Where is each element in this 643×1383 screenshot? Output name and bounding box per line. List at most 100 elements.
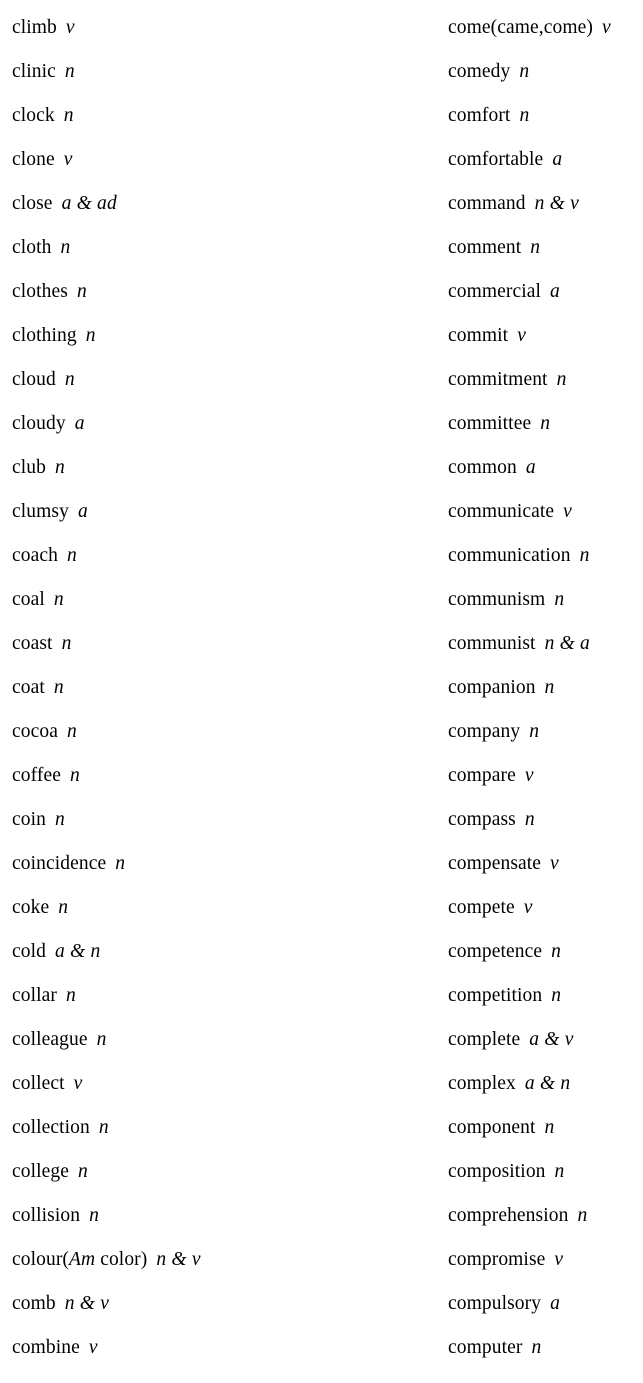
word-entry: colleague n bbox=[12, 1030, 107, 1050]
word-entry: cold a & n bbox=[12, 942, 100, 962]
word-entry: comedy n bbox=[448, 62, 529, 82]
headword: cloudy bbox=[12, 413, 66, 434]
part-of-speech: n bbox=[53, 589, 64, 610]
word-entry: complete a & v bbox=[448, 1030, 574, 1050]
headword: composition bbox=[448, 1161, 546, 1182]
part-of-speech: a bbox=[550, 281, 560, 302]
headword: comedy bbox=[448, 61, 511, 82]
word-entry: computer n bbox=[448, 1338, 541, 1358]
word-entry: compete v bbox=[448, 898, 533, 918]
headword: company bbox=[448, 721, 521, 742]
part-of-speech: n bbox=[524, 809, 535, 830]
part-of-speech: a bbox=[74, 413, 85, 434]
part-of-speech: v bbox=[523, 897, 533, 918]
word-entry: collect v bbox=[12, 1074, 83, 1094]
part-of-speech: n bbox=[551, 985, 562, 1006]
word-entry: company n bbox=[448, 722, 539, 742]
headword: committee bbox=[448, 413, 532, 434]
word-entry: command n & v bbox=[448, 194, 579, 214]
headword: colleague bbox=[12, 1029, 88, 1050]
word-entry: complex a & n bbox=[448, 1074, 570, 1094]
word-entry: combine v bbox=[12, 1338, 98, 1358]
part-of-speech: n bbox=[556, 369, 567, 390]
headword: coast bbox=[12, 633, 53, 654]
word-entry: clothing n bbox=[12, 326, 96, 346]
word-entry: clinic n bbox=[12, 62, 75, 82]
headword-variant-tail: color) bbox=[95, 1249, 148, 1270]
part-of-speech: v bbox=[73, 1073, 83, 1094]
headword: collar bbox=[12, 985, 57, 1006]
headword: companion bbox=[448, 677, 536, 698]
word-entry: component n bbox=[448, 1118, 555, 1138]
headword: compass bbox=[448, 809, 516, 830]
part-of-speech: a bbox=[552, 149, 563, 170]
part-of-speech: n bbox=[544, 677, 555, 698]
word-entry: clone v bbox=[12, 150, 73, 170]
word-entry: compromise v bbox=[448, 1250, 563, 1270]
part-of-speech: n bbox=[530, 237, 541, 258]
word-entry: compare v bbox=[448, 766, 534, 786]
word-entry: companion n bbox=[448, 678, 555, 698]
part-of-speech: n bbox=[531, 1337, 542, 1358]
word-entry: coffee n bbox=[12, 766, 80, 786]
headword: comb bbox=[12, 1293, 56, 1314]
part-of-speech: v bbox=[88, 1337, 98, 1358]
part-of-speech: n bbox=[58, 897, 69, 918]
word-entry: collar n bbox=[12, 986, 76, 1006]
part-of-speech: n bbox=[66, 721, 77, 742]
word-entry: comb n & v bbox=[12, 1294, 109, 1314]
headword: combine bbox=[12, 1337, 80, 1358]
word-entry: coast n bbox=[12, 634, 72, 654]
part-of-speech: a & ad bbox=[61, 193, 117, 214]
word-entry: committee n bbox=[448, 414, 550, 434]
word-entry: communicate v bbox=[448, 502, 572, 522]
part-of-speech: n bbox=[89, 1205, 100, 1226]
headword: communicate bbox=[448, 501, 555, 522]
part-of-speech: n bbox=[63, 105, 74, 126]
headword: compete bbox=[448, 897, 515, 918]
headword: come(came,come) bbox=[448, 17, 593, 38]
word-entry: communism n bbox=[448, 590, 564, 610]
word-entry: clock n bbox=[12, 106, 74, 126]
headword: commitment bbox=[448, 369, 548, 390]
part-of-speech: n bbox=[96, 1029, 107, 1050]
part-of-speech: v bbox=[63, 149, 73, 170]
word-entry: coin n bbox=[12, 810, 65, 830]
part-of-speech: a bbox=[525, 457, 536, 478]
part-of-speech: n bbox=[540, 413, 551, 434]
word-entry: competence n bbox=[448, 942, 561, 962]
headword: commit bbox=[448, 325, 509, 346]
headword: cocoa bbox=[12, 721, 58, 742]
headword: compare bbox=[448, 765, 516, 786]
word-entry: clothes n bbox=[12, 282, 87, 302]
part-of-speech: n & v bbox=[156, 1249, 201, 1270]
part-of-speech: n bbox=[54, 809, 65, 830]
headword: comfortable bbox=[448, 149, 544, 170]
part-of-speech: v bbox=[554, 1249, 564, 1270]
word-entry: coat n bbox=[12, 678, 64, 698]
part-of-speech: n bbox=[78, 1161, 88, 1182]
headword: command bbox=[448, 193, 526, 214]
headword: club bbox=[12, 457, 46, 478]
headword: complex bbox=[448, 1073, 516, 1094]
part-of-speech: v bbox=[517, 325, 527, 346]
headword: climb bbox=[12, 17, 57, 38]
word-entry: comprehension n bbox=[448, 1206, 587, 1226]
part-of-speech: a bbox=[550, 1293, 561, 1314]
word-entry: compensate v bbox=[448, 854, 559, 874]
part-of-speech: n bbox=[60, 237, 71, 258]
word-entry: communist n & a bbox=[448, 634, 590, 654]
headword: coal bbox=[12, 589, 45, 610]
headword: collection bbox=[12, 1117, 90, 1138]
part-of-speech: n bbox=[64, 369, 75, 390]
headword: college bbox=[12, 1161, 70, 1182]
word-entry: climb v bbox=[12, 18, 75, 38]
word-entry: common a bbox=[448, 458, 536, 478]
word-entry: cloud n bbox=[12, 370, 75, 390]
part-of-speech: n bbox=[66, 985, 76, 1006]
word-entry: comfort n bbox=[448, 106, 529, 126]
part-of-speech: n & v bbox=[64, 1293, 110, 1314]
headword: comprehension bbox=[448, 1205, 569, 1226]
part-of-speech: n bbox=[61, 633, 72, 654]
part-of-speech: a & n bbox=[524, 1073, 571, 1094]
